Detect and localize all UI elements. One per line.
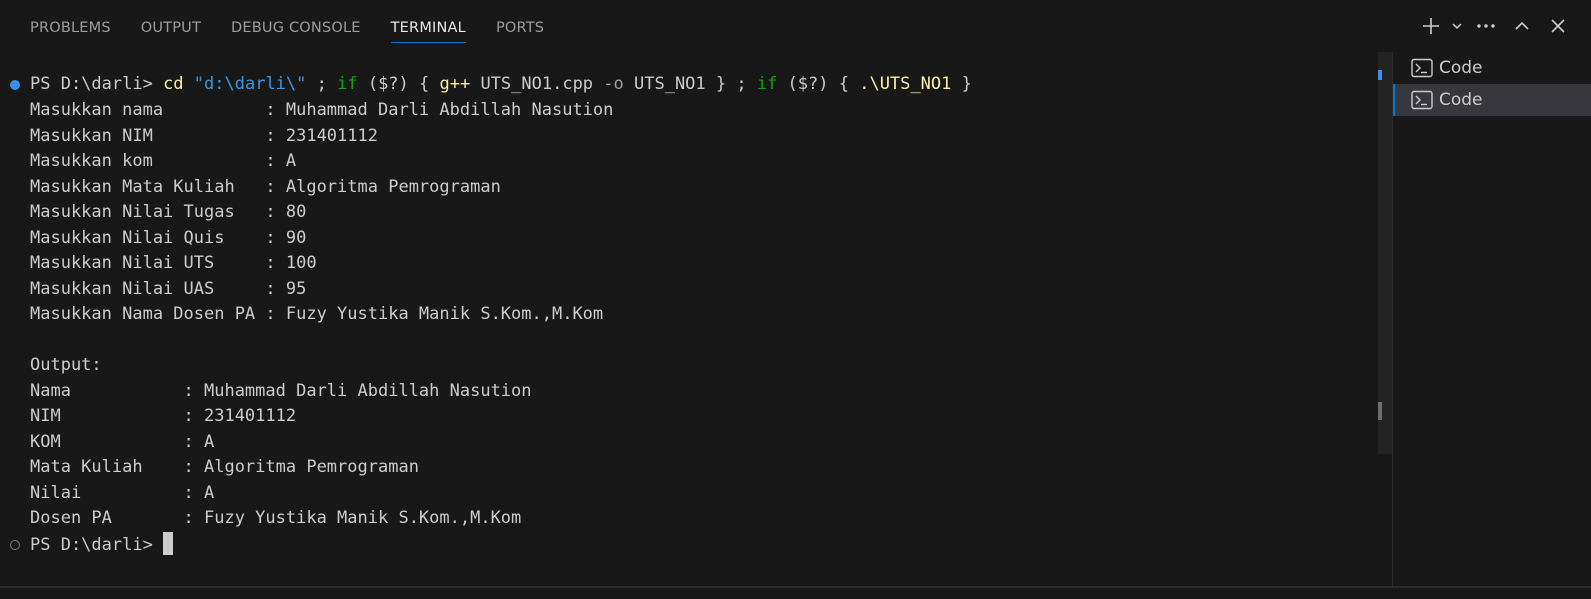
launch-profile-button[interactable] [1449,10,1465,42]
terminal-instance-label: Code [1439,90,1483,110]
chevron-up-icon [1515,21,1529,30]
terminal-output-line: Masukkan nama : Muhammad Darli Abdillah … [30,100,614,120]
terminal-prompt-line[interactable]: PS D:\darli> [30,532,174,556]
terminal-tabs-list: Code Code [1393,52,1591,116]
terminal-command-line: PS D:\darli> cd "d:\darli\" ; if ($?) { … [30,74,972,94]
terminal-output-line: Masukkan Nilai UTS : 100 [30,253,317,273]
terminal-output-line: Masukkan NIM : 231401112 [30,125,378,146]
terminal-instance-2[interactable]: Code [1393,84,1591,116]
terminal-output-line: Dosen PA : Fuzy Yustika Manik S.Kom.,M.K… [30,508,522,528]
scrollbar-command-marker [1378,70,1382,80]
panel-actions [1419,10,1573,42]
panel-tab-bar: PROBLEMS OUTPUT DEBUG CONSOLE TERMINAL P… [0,0,1591,52]
more-actions-button[interactable] [1471,10,1501,42]
terminal-viewport[interactable]: PS D:\darli> cd "d:\darli\" ; if ($?) { … [0,66,1380,586]
terminal-scrollbar[interactable] [1378,52,1392,454]
command-gpp: g++ [439,74,471,94]
maximize-panel-button[interactable] [1507,10,1537,42]
tab-ports[interactable]: PORTS [496,0,544,52]
terminal-icon [1411,90,1433,110]
command-path: "d:\darli\" [193,74,307,94]
terminal-output-line: KOM : A [30,431,215,452]
new-terminal-button[interactable] [1419,10,1443,42]
close-panel-button[interactable] [1543,10,1573,42]
final-prompt-text: PS D:\darli> [30,535,164,555]
tab-terminal[interactable]: TERMINAL [390,0,467,52]
scrollbar-thumb[interactable] [1378,402,1382,420]
terminal-output-line: Nama : Muhammad Darli Abdillah Nasution [30,380,532,401]
chevron-down-icon [1452,23,1462,30]
terminal-output-line: Masukkan Nama Dosen PA : Fuzy Yustika Ma… [30,304,604,324]
terminal-output-line: Nilai : A [30,482,215,503]
tab-output[interactable]: OUTPUT [141,0,201,52]
plus-icon [1423,18,1439,34]
tab-problems[interactable]: PROBLEMS [30,0,111,52]
ellipsis-icon [1477,24,1495,28]
close-icon [1551,19,1565,33]
terminal-instance-1[interactable]: Code [1393,52,1591,84]
panel-bottom-border [0,586,1591,588]
prompt-text: PS D:\darli> [30,74,164,94]
terminal-output-line: Masukkan Nilai Tugas : 80 [30,202,307,222]
terminal-list-divider[interactable] [1392,52,1393,587]
tab-debug-console[interactable]: DEBUG CONSOLE [231,0,361,52]
terminal-icon [1411,58,1433,78]
terminal-output-line: NIM : 231401112 [30,406,297,426]
terminal-output-line: Mata Kuliah : Algoritma Pemrograman [30,457,419,477]
command-run: .\UTS_NO1 [859,74,952,94]
command-cd: cd [163,74,184,94]
terminal-cursor [163,532,174,555]
terminal-output-line: Masukkan Nilai Quis : 90 [30,227,307,248]
terminal-output-line: Output: [30,355,102,375]
terminal-output-line: Masukkan Nilai UAS : 95 [30,278,307,299]
terminal-instance-label: Code [1439,58,1483,78]
terminal-output-line: Masukkan kom : A [30,151,297,171]
terminal-output-line: Masukkan Mata Kuliah : Algoritma Pemrogr… [30,176,501,197]
